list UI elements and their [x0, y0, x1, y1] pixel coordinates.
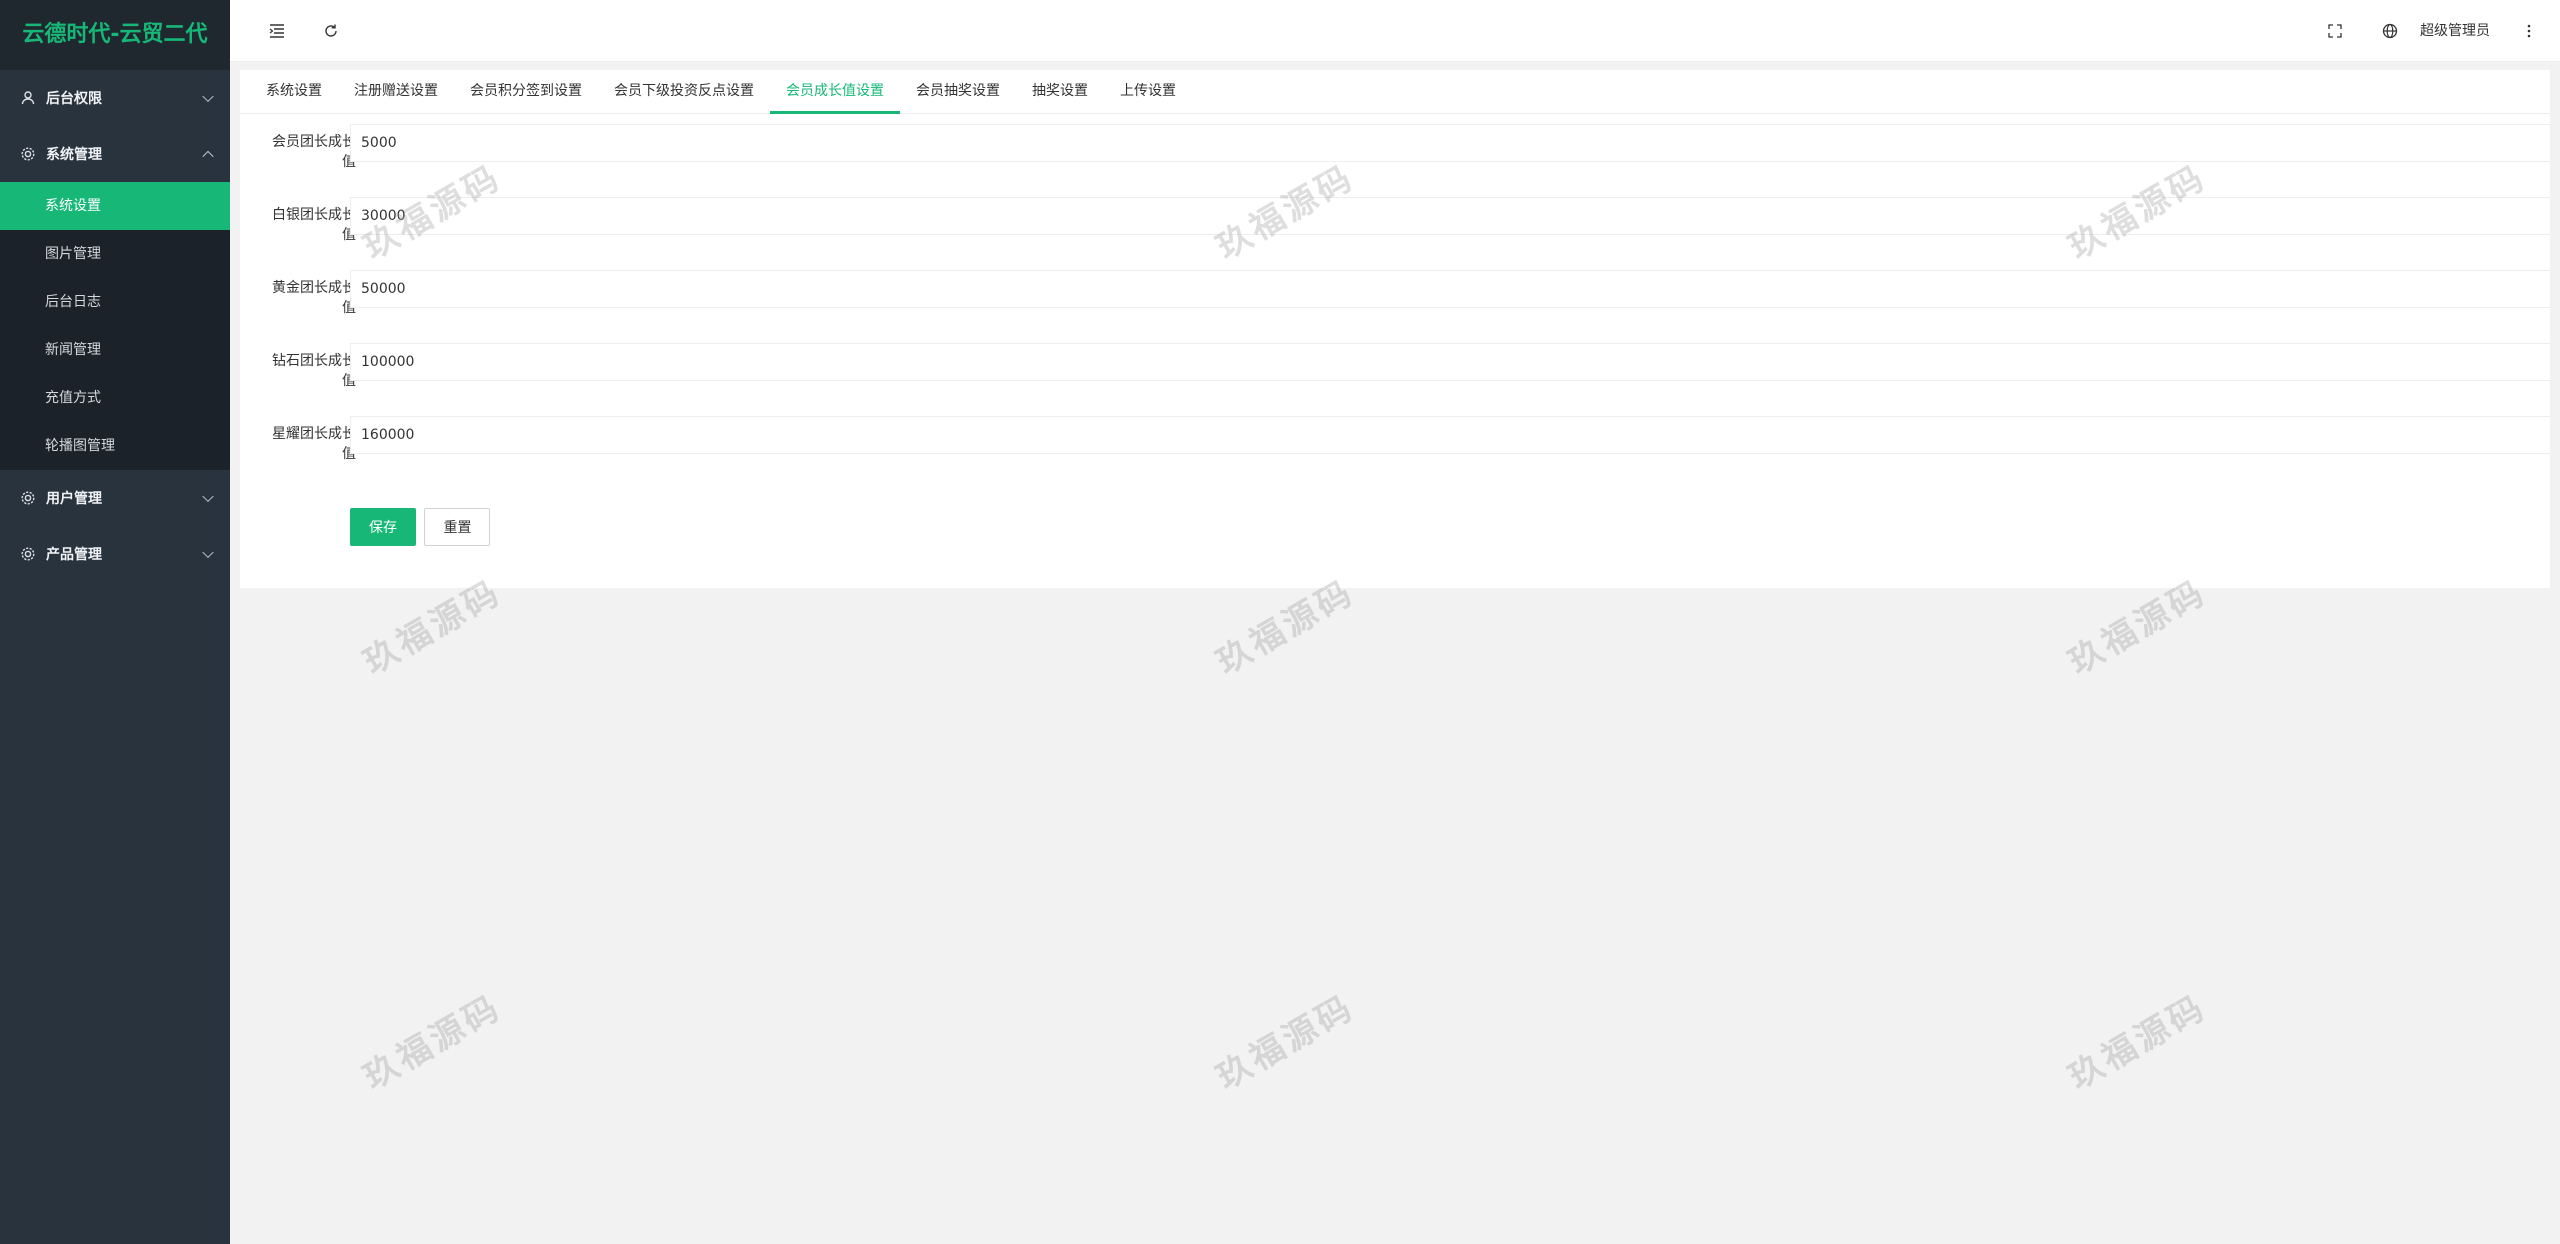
sidebar-item-recharge-methods[interactable]: 充值方式: [0, 374, 230, 422]
gear-icon: [20, 146, 36, 162]
top-header: 超级管理员: [230, 0, 2560, 62]
field-label: 白银团长成长值: [272, 207, 356, 243]
menu-toggle-icon[interactable]: [264, 18, 290, 44]
growth-value-form: 会员团长成长值 白银团长成长值 黄金团长成长值 钻石团长成长值 星耀团长成长值: [240, 114, 2550, 489]
app-logo[interactable]: 云德时代-云贸二代: [0, 0, 230, 70]
sidebar-item-admin-logs[interactable]: 后台日志: [0, 278, 230, 326]
settings-tabs: 系统设置 注册赠送设置 会员积分签到设置 会员下级投资反点设置 会员成长值设置 …: [240, 70, 2550, 114]
save-button[interactable]: 保存: [350, 508, 416, 546]
field-label: 钻石团长成长值: [272, 353, 356, 389]
sidebar-item-system-settings[interactable]: 系统设置: [0, 182, 230, 230]
gold-leader-growth-input[interactable]: [350, 270, 2550, 308]
watermark: 玖福源码: [1209, 987, 1362, 1098]
diamond-leader-growth-input[interactable]: [350, 343, 2550, 381]
watermark: 玖福源码: [356, 987, 509, 1098]
silver-leader-growth-input[interactable]: [350, 197, 2550, 235]
star-leader-growth-input[interactable]: [350, 416, 2550, 454]
sidebar-group-admin-permissions[interactable]: 后台权限: [0, 70, 230, 126]
chevron-down-icon: [202, 90, 214, 103]
form-actions: 保存 重置: [350, 508, 494, 546]
sidebar-group-product-management[interactable]: 产品管理: [0, 526, 230, 582]
gear-icon: [20, 546, 36, 562]
form-row-silver-leader: 白银团长成长值: [240, 197, 2550, 270]
language-icon[interactable]: [2377, 18, 2403, 44]
sidebar-submenu: 系统设置 图片管理 后台日志 新闻管理 充值方式 轮播图管理: [0, 182, 230, 470]
gear-icon: [20, 490, 36, 506]
form-row-star-leader: 星耀团长成长值: [240, 416, 2550, 489]
sidebar-item-news-management[interactable]: 新闻管理: [0, 326, 230, 374]
sidebar: 云德时代-云贸二代 后台权限 系统管理 系统设置 图片管理 后台日志 新闻管理 …: [0, 0, 230, 1244]
form-row-diamond-leader: 钻石团长成长值: [240, 343, 2550, 416]
sidebar-group-label: 系统管理: [46, 147, 102, 163]
settings-card: 系统设置 注册赠送设置 会员积分签到设置 会员下级投资反点设置 会员成长值设置 …: [240, 70, 2550, 588]
tab-points-checkin[interactable]: 会员积分签到设置: [454, 69, 598, 113]
field-label: 星耀团长成长值: [272, 426, 356, 462]
member-leader-growth-input[interactable]: [350, 124, 2550, 162]
sidebar-group-label: 产品管理: [46, 547, 102, 563]
chevron-up-icon: [202, 150, 214, 163]
sidebar-group-label: 用户管理: [46, 491, 102, 507]
tab-subordinate-rebate[interactable]: 会员下级投资反点设置: [598, 69, 770, 113]
tab-registration-gift[interactable]: 注册赠送设置: [338, 69, 454, 113]
sidebar-group-user-management[interactable]: 用户管理: [0, 470, 230, 526]
form-row-gold-leader: 黄金团长成长值: [240, 270, 2550, 343]
user-menu[interactable]: 超级管理员: [2420, 20, 2490, 40]
more-icon[interactable]: [2516, 18, 2542, 44]
tab-lottery-settings[interactable]: 抽奖设置: [1016, 69, 1104, 113]
field-label: 黄金团长成长值: [272, 280, 356, 316]
reset-button[interactable]: 重置: [424, 508, 491, 546]
sidebar-group-label: 后台权限: [46, 91, 102, 107]
watermark: 玖福源码: [2061, 987, 2214, 1098]
sidebar-item-carousel-management[interactable]: 轮播图管理: [0, 422, 230, 470]
tab-growth-value[interactable]: 会员成长值设置: [770, 69, 900, 114]
field-label: 会员团长成长值: [272, 134, 356, 170]
chevron-down-icon: [202, 546, 214, 559]
form-row-member-leader: 会员团长成长值: [240, 124, 2550, 197]
tab-member-lottery[interactable]: 会员抽奖设置: [900, 69, 1016, 113]
sidebar-item-image-management[interactable]: 图片管理: [0, 230, 230, 278]
fullscreen-icon[interactable]: [2322, 18, 2348, 44]
chevron-down-icon: [202, 490, 214, 503]
user-icon: [20, 90, 36, 106]
tab-upload-settings[interactable]: 上传设置: [1104, 69, 1192, 113]
refresh-icon[interactable]: [318, 18, 344, 44]
tab-system-settings[interactable]: 系统设置: [250, 69, 338, 113]
sidebar-group-system-management[interactable]: 系统管理: [0, 126, 230, 182]
